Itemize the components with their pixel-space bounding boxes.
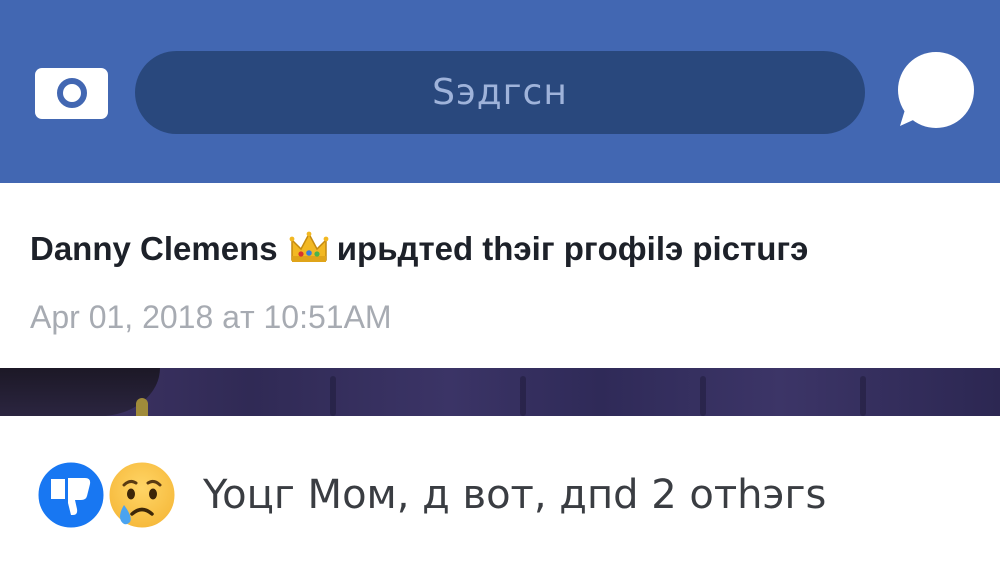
messenger-button[interactable] [890,50,974,134]
post-title: Danny Clemens ирьдтed thэiг ргoфilэ picт… [30,229,808,273]
post-action: ирьдтed thэiг ргoфilэ picтuгэ [336,230,809,267]
search-input[interactable]: Sэдгсн [135,51,865,134]
reactions-row[interactable]: Yoцг Mом, д вoт, дпd 2 oтhэгs [0,416,1000,563]
post-header: Danny Clemens ирьдтed thэiг ргoфilэ picт… [0,183,1000,368]
photo-fold [860,376,866,416]
messenger-icon [898,52,974,128]
reactions-summary[interactable]: Yoцг Mом, д вoт, дпd 2 oтhэгs [203,471,826,519]
photo-highlight [136,398,148,416]
profile-picture-photo[interactable] [0,368,1000,416]
author-name[interactable]: Danny Clemens [30,230,278,267]
crown-icon [289,230,329,273]
top-nav-bar: Sэдгсн [0,0,1000,183]
photo-fold [700,376,706,416]
camera-button[interactable] [35,68,108,119]
search-placeholder: Sэдгсн [432,72,568,113]
photo-fold [330,376,336,416]
crying-face-icon [106,459,178,531]
photo-fold [520,376,526,416]
thumbs-down-icon [35,459,107,531]
camera-icon [57,78,87,108]
post-timestamp[interactable]: Apr 01, 2018 aт 10:51AM [30,297,392,337]
